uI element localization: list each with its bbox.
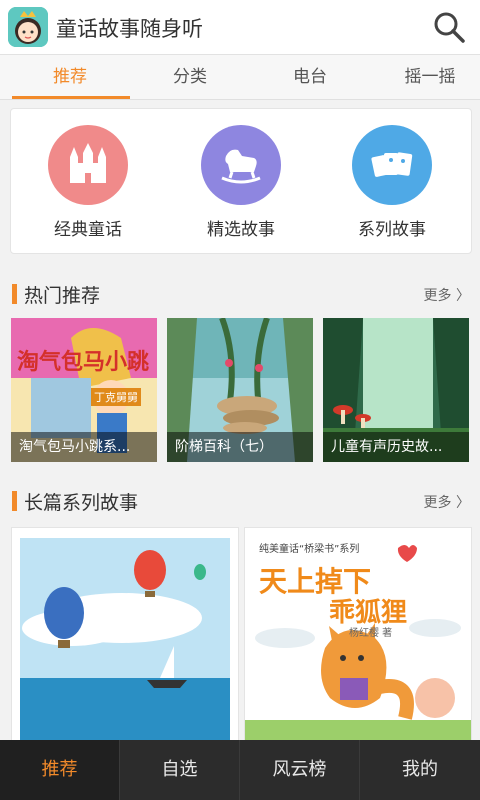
series-item[interactable]: 纯美童话“桥梁书”系列 天上掉下 乖狐狸 杨红樱 著 (244, 527, 472, 741)
top-tabs: 推荐 分类 电台 摇一摇 (0, 55, 480, 100)
series-label: 纯美童话“桥梁书”系列 (259, 544, 360, 555)
hot-more-link[interactable]: 更多 〉 (424, 285, 470, 305)
princess-avatar-icon[interactable] (8, 7, 48, 47)
chevron-right-icon: 〉 (456, 288, 470, 304)
nav-favorites[interactable]: 自选 (120, 740, 240, 800)
book-author: 杨红樱 著 (349, 628, 393, 639)
category-label: 系列故事 (358, 220, 426, 240)
hot-item-caption: 淘气包马小跳系... (11, 432, 157, 462)
more-label: 更多 (423, 495, 452, 511)
series-more-link[interactable]: 更多 〉 (424, 492, 470, 512)
nav-recommend[interactable]: 推荐 (0, 740, 120, 800)
nav-ranking[interactable]: 风云榜 (240, 740, 360, 800)
category-label: 精选故事 (207, 220, 275, 240)
bottom-nav: 推荐 自选 风云榜 我的 (0, 740, 480, 800)
tab-radio[interactable]: 电台 (250, 55, 370, 99)
hot-section-header: 热门推荐 更多 〉 (0, 276, 480, 312)
category-series-stories[interactable]: 系列故事 (317, 125, 467, 240)
category-classic-fairy-tales[interactable]: 经典童话 (13, 125, 163, 240)
castle-icon (48, 125, 128, 205)
section-title: 长篇系列故事 (24, 492, 139, 514)
hot-item-caption: 儿童有声历史故... (323, 432, 469, 462)
chevron-right-icon: 〉 (456, 495, 470, 511)
tab-indicator (12, 96, 130, 99)
search-icon[interactable] (432, 10, 466, 44)
hot-item[interactable]: 儿童有声历史故... (323, 318, 469, 462)
series-item[interactable] (11, 527, 239, 741)
category-card: 经典童话 精选故事 系列故事 (10, 108, 472, 254)
more-label: 更多 (423, 288, 452, 304)
hot-item[interactable]: 阶梯百科（七） (167, 318, 313, 462)
section-title: 热门推荐 (24, 285, 101, 307)
hot-item-caption: 阶梯百科（七） (167, 432, 313, 462)
app-title: 童话故事随身听 (56, 17, 203, 41)
series-section-header: 长篇系列故事 更多 〉 (0, 483, 480, 519)
tab-recommend[interactable]: 推荐 (10, 55, 130, 99)
category-label: 经典童话 (54, 220, 122, 240)
category-selected-stories[interactable]: 精选故事 (166, 125, 316, 240)
rocking-horse-icon (201, 125, 281, 205)
cards-icon (352, 125, 432, 205)
nav-mine[interactable]: 我的 (360, 740, 480, 800)
tab-category[interactable]: 分类 (130, 55, 250, 99)
app-header: 童话故事随身听 (0, 0, 480, 55)
section-accent-bar (12, 491, 17, 511)
cover-subtitle: 丁克舅舅 (91, 388, 141, 406)
section-accent-bar (12, 284, 17, 304)
cover-title: 淘气包马小跳 (17, 350, 150, 375)
tab-shake[interactable]: 摇一摇 (370, 55, 480, 99)
hot-item[interactable]: 淘气包马小跳 丁克舅舅 淘气包马小跳系... (11, 318, 157, 462)
